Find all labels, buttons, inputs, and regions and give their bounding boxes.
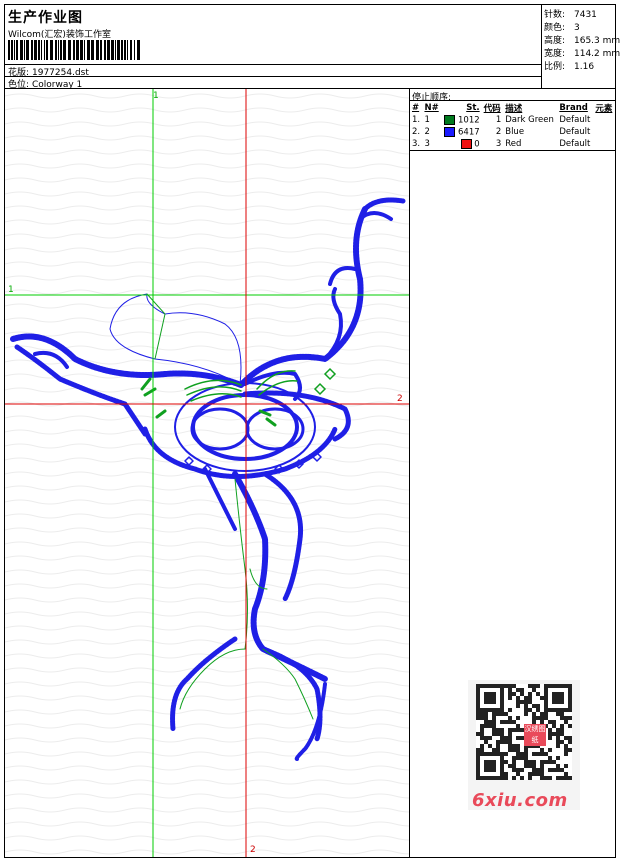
table-header-row: # N# St. 代码 描述 Brand 元素 xyxy=(410,101,615,114)
color-swatch-red xyxy=(460,138,472,149)
col-brand: Brand xyxy=(559,102,588,113)
watermark-badge: 汉绣图纸 xyxy=(524,724,546,746)
design-canvas[interactable]: 1 1 2 2 xyxy=(5,89,410,857)
axis-label-green-top: 1 xyxy=(153,91,159,101)
company-name: Wilcom(汇宏)装饰工作室 xyxy=(8,30,111,40)
color-swatch-blue xyxy=(444,126,456,137)
col-index: # xyxy=(412,102,420,113)
axis-label-red-right: 2 xyxy=(397,394,403,404)
col-element: 元素 xyxy=(595,103,613,114)
stat-width: 宽度: 114.2 mm xyxy=(544,49,620,59)
stat-height: 高度: 165.3 mm xyxy=(544,36,620,46)
col-code: 代码 xyxy=(483,103,501,114)
stat-colors: 颜色: 3 xyxy=(544,23,580,33)
color-swatch-dark-green xyxy=(444,114,456,125)
table-row[interactable]: 1. 1 1012 1 Dark Green Default xyxy=(410,114,615,126)
col-stitches: St. xyxy=(466,102,480,113)
col-desc: 描述 xyxy=(505,103,523,114)
embroidery-preview xyxy=(5,89,409,857)
table-row[interactable]: 2. 2 6417 2 Blue Default xyxy=(410,126,615,138)
col-n: N# xyxy=(424,102,439,113)
axis-label-green-left: 1 xyxy=(8,285,14,295)
stat-stitches: 针数: 7431 xyxy=(544,10,597,20)
barcode xyxy=(8,40,140,60)
color-sequence-table: # N# St. 代码 描述 Brand 元素 1. 1 1012 1 Dark… xyxy=(410,101,615,150)
table-row[interactable]: 3. 3 0 3 Red Default xyxy=(410,138,615,150)
axis-label-red-bottom: 2 xyxy=(250,845,256,855)
stats-panel: 针数: 7431 颜色: 3 高度: 165.3 mm 宽度: 114.2 mm 比例:… xyxy=(542,5,620,89)
page-title: 生产作业图 xyxy=(8,10,83,26)
stat-scale: 比例: 1.16 xyxy=(544,62,595,72)
qr-code: 汉绣图纸 xyxy=(476,684,572,780)
watermark-site-text: 6xiu.com xyxy=(472,790,568,811)
header-info: 生产作业图 Wilcom(汇宏)装饰工作室 花版: 1977254.dst 色位:… xyxy=(5,5,542,90)
